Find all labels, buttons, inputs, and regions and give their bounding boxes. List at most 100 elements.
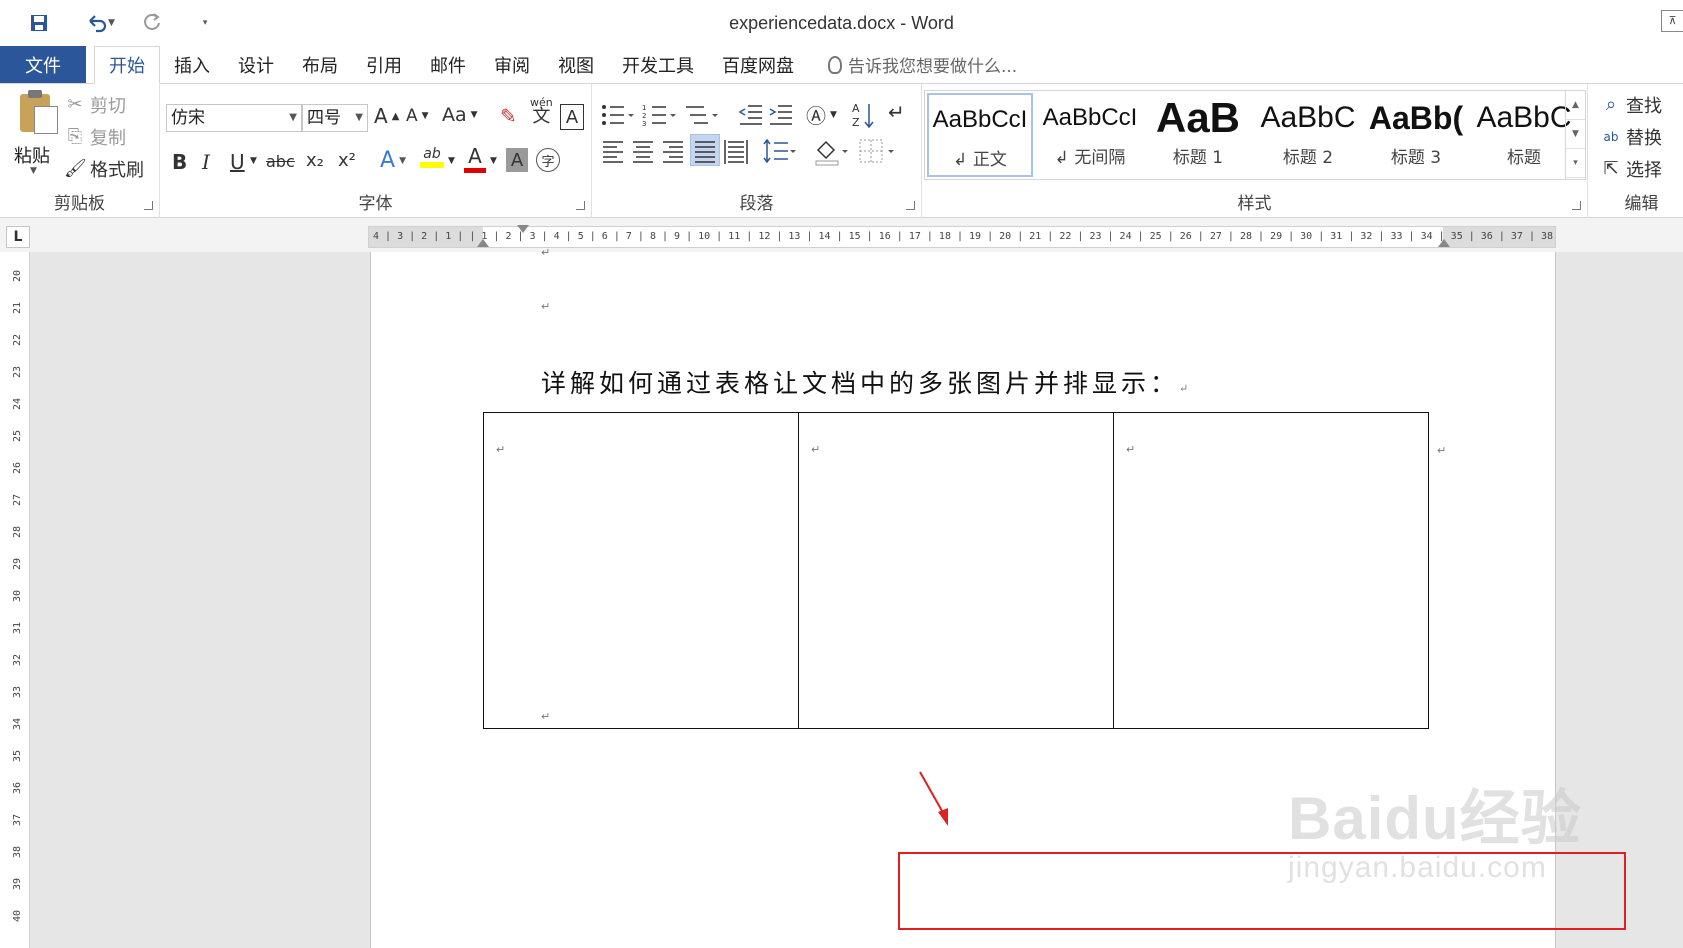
vruler-num: 23 <box>12 365 23 378</box>
tell-me-box[interactable]: 告诉我您想要做什么... <box>808 46 1017 83</box>
format-painter-button[interactable]: 🖌 格式刷 <box>64 156 144 182</box>
increase-indent-icon[interactable] <box>768 102 794 128</box>
styles-more-icon[interactable]: ▾ <box>1566 149 1585 178</box>
align-left-icon[interactable] <box>602 138 624 164</box>
tab-insert[interactable]: 插入 <box>160 46 224 83</box>
grow-font-button[interactable]: A ▲ <box>374 104 399 128</box>
change-case-button[interactable]: Aa ▼ <box>442 104 478 126</box>
table-cell[interactable]: ↵ <box>798 412 1114 729</box>
ribbon-display-options-icon[interactable]: ⊼ <box>1661 10 1683 32</box>
style-no-spacing[interactable]: AaBbCcI ↲ 无间隔 <box>1037 93 1143 177</box>
cut-button[interactable]: ✂ 剪切 <box>64 92 126 118</box>
paste-dropdown-icon[interactable]: ▼ <box>30 166 37 176</box>
table-cell[interactable]: ↵ <box>1113 412 1429 729</box>
multilevel-list-icon[interactable] <box>684 102 720 128</box>
underline-button[interactable]: U <box>230 150 245 174</box>
enclose-characters-button[interactable]: 字 <box>536 148 560 172</box>
vruler-num: 20 <box>12 269 23 282</box>
styles-launcher-icon[interactable] <box>1572 201 1581 210</box>
clipboard-launcher-icon[interactable] <box>144 201 153 210</box>
tab-selector[interactable]: L <box>6 226 30 248</box>
replace-button[interactable]: ab 替换 <box>1600 124 1663 150</box>
borders-icon[interactable] <box>858 138 898 164</box>
numbering-icon[interactable]: 123 <box>642 102 678 128</box>
paste-icon <box>20 90 58 134</box>
watermark-main: Baidu经验 <box>1288 785 1582 852</box>
highlight-dropdown-icon[interactable]: ▼ <box>448 156 455 166</box>
font-launcher-icon[interactable] <box>576 201 585 210</box>
styles-gallery: AaBbCcI ↲ 正文 AaBbCcI ↲ 无间隔 AaB 标题 1 AaBb… <box>924 90 1586 180</box>
styles-scroll-down-icon[interactable]: ▼ <box>1566 120 1585 149</box>
highlight-button[interactable]: ab <box>420 146 444 168</box>
tab-layout[interactable]: 布局 <box>288 46 352 83</box>
cell-mark: ↵ <box>1126 443 1136 456</box>
horizontal-ruler[interactable]: 4 | 3 | 2 | 1 | | 1 | 2 | 3 | 4 | 5 | 6 … <box>368 225 1556 248</box>
subscript-button[interactable]: x₂ <box>306 150 324 171</box>
character-shading-button[interactable]: A <box>506 148 528 172</box>
superscript-button[interactable]: x² <box>338 150 356 171</box>
bold-button[interactable]: B <box>172 150 187 174</box>
align-right-icon[interactable] <box>662 138 684 164</box>
font-color-dropdown-icon[interactable]: ▼ <box>490 156 497 166</box>
tab-developer[interactable]: 开发工具 <box>608 46 708 83</box>
search-icon: ⌕ <box>1605 94 1617 115</box>
character-border-button[interactable]: A <box>560 104 584 130</box>
strikethrough-button[interactable]: abc <box>266 152 295 171</box>
tab-view[interactable]: 视图 <box>544 46 608 83</box>
shrink-font-button[interactable]: A ▼ <box>406 106 429 126</box>
font-size-combo[interactable]: 四号 ▼ <box>302 104 368 132</box>
tab-file[interactable]: 文件 <box>0 46 86 83</box>
paste-button[interactable]: 粘贴 ▼ <box>6 84 62 184</box>
tab-home[interactable]: 开始 <box>94 46 160 84</box>
sort-icon[interactable]: AZ <box>852 100 874 130</box>
style-heading-2[interactable]: AaBbC 标题 2 <box>1255 93 1361 177</box>
hanging-indent-marker[interactable] <box>477 239 489 247</box>
style-title[interactable]: AaBbC 标题 <box>1471 93 1577 177</box>
show-marks-button[interactable]: ↵ <box>888 100 905 124</box>
svg-text:1: 1 <box>642 104 646 112</box>
clear-formatting-button[interactable]: ✎ <box>500 104 517 128</box>
style-no-spacing-name: ↲ 无间隔 <box>1054 148 1126 168</box>
phonetic-guide-button[interactable]: wén 文 <box>530 96 553 126</box>
tab-mailings[interactable]: 邮件 <box>416 46 480 83</box>
line-spacing-icon[interactable] <box>762 138 796 164</box>
align-center-icon[interactable] <box>632 138 654 164</box>
styles-scroll-up-icon[interactable]: ▲ <box>1566 91 1585 120</box>
paragraph-launcher-icon[interactable] <box>906 201 915 210</box>
paragraph-group: 123 Ⓐ ▼ AZ ↵ 段落 <box>592 84 922 218</box>
vruler-num: 38 <box>12 845 23 858</box>
style-heading-1[interactable]: AaB 标题 1 <box>1145 93 1251 177</box>
find-button[interactable]: ⌕ 查找 <box>1600 92 1662 118</box>
underline-dropdown-icon[interactable]: ▼ <box>250 156 257 166</box>
font-color-swatch <box>464 168 486 173</box>
grow-font-icon: A <box>374 104 388 128</box>
right-indent-marker[interactable] <box>1438 239 1450 247</box>
ribbon-tabs: 文件 开始 插入 设计 布局 引用 邮件 审阅 视图 开发工具 百度网盘 告诉我… <box>0 46 1683 84</box>
select-button[interactable]: ⇱ 选择 <box>1600 156 1662 182</box>
document-table[interactable]: ↵ ↵ ↵ <box>483 412 1429 729</box>
lightbulb-icon <box>828 55 842 74</box>
ruler-ticks: 4 | 3 | 2 | 1 | | 1 | 2 | 3 | 4 | 5 | 6 … <box>373 231 1555 242</box>
style-heading-3[interactable]: AaBb( 标题 3 <box>1363 93 1469 177</box>
shading-icon[interactable] <box>814 136 850 166</box>
text-effects-button[interactable]: A ▼ <box>380 148 406 173</box>
tab-design[interactable]: 设计 <box>224 46 288 83</box>
tab-references[interactable]: 引用 <box>352 46 416 83</box>
tab-review[interactable]: 审阅 <box>480 46 544 83</box>
character-shading-icon: A <box>510 149 524 171</box>
font-name-combo[interactable]: 仿宋 ▼ <box>166 104 302 132</box>
asian-layout-button[interactable]: Ⓐ ▼ <box>806 100 837 129</box>
style-normal[interactable]: AaBbCcI ↲ 正文 <box>927 93 1033 177</box>
justify-button[interactable] <box>690 134 720 166</box>
bullets-icon[interactable] <box>600 102 636 128</box>
document-heading[interactable]: 详解如何通过表格让文档中的多张图片并排显示：↵ <box>541 364 1188 400</box>
table-cell[interactable]: ↵ <box>483 412 799 729</box>
italic-button[interactable]: I <box>202 150 210 174</box>
tab-baidu-netdisk[interactable]: 百度网盘 <box>708 46 808 83</box>
font-color-button[interactable]: A <box>464 144 486 173</box>
distributed-icon[interactable] <box>724 138 748 164</box>
first-line-indent-marker[interactable] <box>517 225 529 233</box>
paragraph-mark: ↵ <box>541 300 551 313</box>
decrease-indent-icon[interactable] <box>738 102 764 128</box>
copy-button[interactable]: ⎘ 复制 <box>64 124 126 150</box>
